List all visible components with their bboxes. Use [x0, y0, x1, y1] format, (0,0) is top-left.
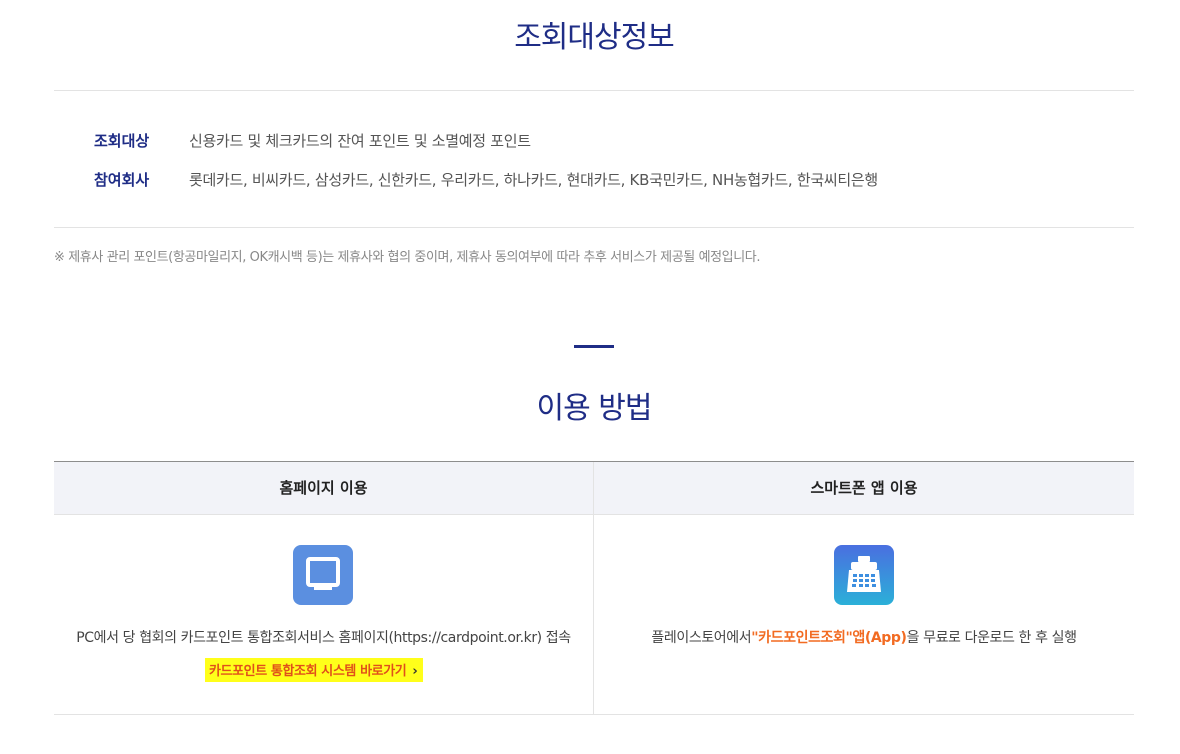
info-value: 신용카드 및 체크카드의 잔여 포인트 및 소멸예정 포인트: [189, 132, 531, 150]
cardpoint-system-link-label: 카드포인트 통합조회 시스템 바로가기: [209, 664, 407, 679]
app-column-header: 스마트폰 앱 이용: [594, 462, 1134, 515]
usage-title: 이용 방법: [536, 391, 653, 426]
usage-method-table: 홈페이지 이용 PC에서 당 협회의 카드포인트 통합조회서비스 홈페이지(ht…: [54, 461, 1134, 715]
info-value: 롯데카드, 비씨카드, 삼성카드, 신한카드, 우리카드, 하나카드, 현대카드…: [189, 171, 878, 189]
divider: [54, 227, 1134, 228]
homepage-description: PC에서 당 협회의 카드포인트 통합조회서비스 홈페이지(https://ca…: [76, 630, 571, 646]
card-terminal-icon: [834, 545, 894, 605]
app-column: 스마트폰 앱 이용 플레이스토어에서"카드포인트조회"앱(App)을 무료로 다…: [594, 462, 1134, 714]
monitor-icon: [293, 545, 353, 605]
info-label: 참여회사: [94, 171, 150, 189]
divider: [54, 90, 1134, 91]
app-desc-prefix: 플레이스토어에서: [651, 630, 752, 646]
app-description: 플레이스토어에서"카드포인트조회"앱(App)을 무료로 다운로드 한 후 실행: [594, 627, 1134, 647]
homepage-column-header: 홈페이지 이용: [54, 462, 593, 515]
chevron-right-icon: ›: [412, 664, 418, 679]
cardpoint-system-link[interactable]: 카드포인트 통합조회 시스템 바로가기 ›: [205, 658, 424, 682]
homepage-column: 홈페이지 이용 PC에서 당 협회의 카드포인트 통합조회서비스 홈페이지(ht…: [54, 462, 594, 714]
target-info-title: 조회대상정보: [514, 20, 675, 55]
info-label: 조회대상: [94, 132, 150, 150]
partner-note: ※ 제휴사 관리 포인트(항공마일리지, OK캐시백 등)는 제휴사와 협의 중…: [54, 250, 761, 265]
app-desc-suffix: 을 무료로 다운로드 한 후 실행: [906, 630, 1077, 646]
section-accent-bar: [574, 345, 614, 348]
app-name-highlight: "카드포인트조회"앱(App): [751, 630, 907, 646]
